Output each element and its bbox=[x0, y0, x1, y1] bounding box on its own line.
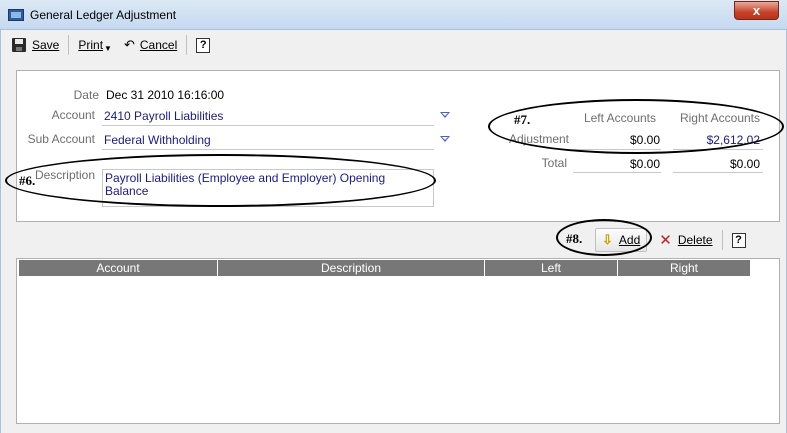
account-dropdown-icon[interactable] bbox=[440, 112, 450, 118]
column-header-left[interactable]: Left bbox=[485, 260, 618, 276]
total-right-value: $0.00 bbox=[729, 157, 760, 171]
callout-label-6: #6. bbox=[19, 173, 36, 188]
account-label: Account bbox=[51, 108, 95, 122]
floppy-disk-icon bbox=[12, 38, 26, 52]
sub-account-field-line bbox=[102, 149, 434, 150]
cancel-button[interactable]: ↶ Cancel bbox=[118, 34, 183, 56]
date-label: Date bbox=[73, 88, 99, 102]
column-header-right[interactable]: Right bbox=[618, 260, 751, 276]
sub-account-select[interactable]: Federal Withholding bbox=[104, 133, 211, 147]
account-field-line bbox=[102, 125, 434, 126]
table-header: Account Description Left Right bbox=[19, 260, 751, 276]
delete-button[interactable]: ✕ Delete bbox=[653, 229, 718, 251]
ledger-lines-table: Account Description Left Right bbox=[16, 258, 780, 424]
total-label: Total bbox=[541, 156, 567, 170]
print-button[interactable]: Print ▼ bbox=[72, 34, 118, 56]
title-bar: General Ledger Adjustment x bbox=[0, 0, 787, 30]
column-header-account[interactable]: Account bbox=[19, 260, 218, 276]
cancel-label: Cancel bbox=[139, 38, 178, 52]
dropdown-caret-icon: ▼ bbox=[104, 43, 112, 53]
toolbar-separator bbox=[721, 230, 723, 250]
toolbar-separator bbox=[186, 35, 188, 55]
toolbar-separator bbox=[68, 35, 70, 55]
close-button[interactable]: x bbox=[734, 1, 779, 20]
total-left-value: $0.00 bbox=[629, 157, 660, 171]
delete-label: Delete bbox=[677, 233, 713, 247]
total-right-line bbox=[673, 172, 763, 173]
sub-account-label: Sub Account bbox=[27, 132, 95, 146]
column-header-description[interactable]: Description bbox=[218, 260, 485, 276]
line-help-button[interactable]: ? bbox=[726, 229, 752, 251]
window-title: General Ledger Adjustment bbox=[30, 8, 177, 22]
app-icon bbox=[8, 9, 24, 21]
account-select[interactable]: 2410 Payroll Liabilities bbox=[104, 109, 223, 123]
callout-label-8: #8. bbox=[566, 231, 583, 246]
callout-oval-7 bbox=[488, 99, 784, 154]
help-icon: ? bbox=[196, 37, 211, 53]
help-icon: ? bbox=[731, 232, 746, 248]
delete-x-icon: ✕ bbox=[659, 232, 672, 249]
save-button[interactable]: Save bbox=[6, 34, 65, 56]
save-label: Save bbox=[32, 38, 60, 52]
print-label: Print bbox=[78, 38, 104, 52]
sub-account-dropdown-icon[interactable] bbox=[440, 136, 450, 142]
total-left-line bbox=[573, 172, 661, 173]
callout-oval-6 bbox=[5, 154, 436, 207]
date-value[interactable]: Dec 31 2010 16:16:00 bbox=[106, 88, 224, 102]
toolbar: Save Print ▼ ↶ Cancel ? bbox=[6, 32, 216, 58]
callout-label-7: #7. bbox=[514, 112, 531, 127]
help-button[interactable]: ? bbox=[190, 34, 216, 56]
undo-arrow-icon: ↶ bbox=[123, 37, 135, 52]
